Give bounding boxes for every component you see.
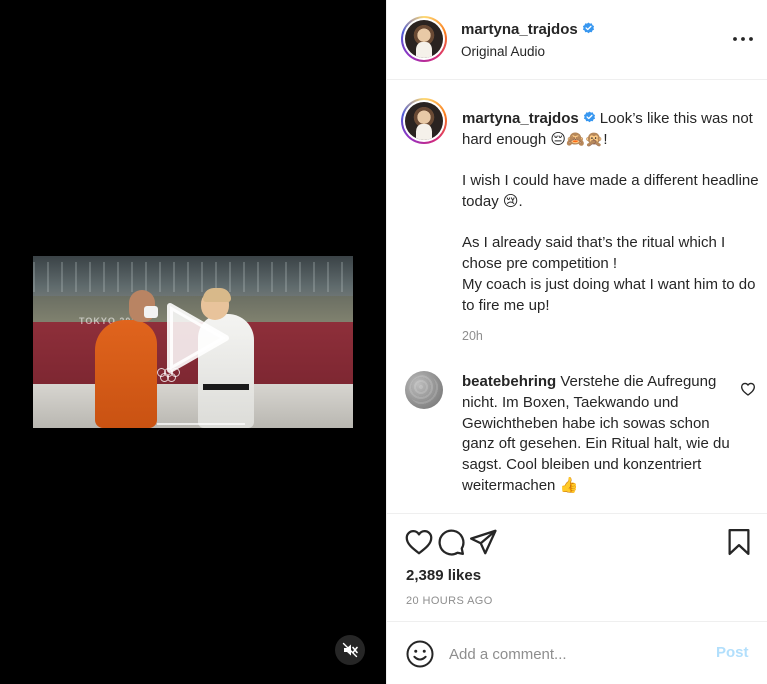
commenter-avatar[interactable] <box>405 371 443 409</box>
comment-username[interactable]: beatebehring <box>462 373 556 390</box>
post-timestamp[interactable]: 20 HOURS AGO <box>406 595 493 607</box>
save-button[interactable] <box>724 527 754 557</box>
add-comment-bar: Post <box>387 621 767 684</box>
caption-username[interactable]: martyna_trajdos <box>462 110 579 127</box>
comment-input[interactable] <box>449 642 699 666</box>
post-actions: 2,389 likes 20 HOURS AGO <box>387 513 767 621</box>
paper-plane-icon <box>470 529 497 555</box>
coach-figure <box>95 320 157 428</box>
post-panel: martyna_trajdos Original Audio martyna_t… <box>386 0 767 684</box>
more-options-icon <box>733 37 753 41</box>
caption-avatar[interactable] <box>401 98 447 144</box>
caption-line: I wish I could have made a different hea… <box>462 172 759 210</box>
comment-text: Verstehe die Aufregung nicht. Im Boxen, … <box>462 373 730 494</box>
comments-section[interactable]: martyna_trajdos Look’s like this was not… <box>387 81 767 513</box>
audio-link[interactable]: Original Audio <box>461 44 545 59</box>
share-button[interactable] <box>468 527 498 557</box>
mute-button[interactable] <box>335 635 365 665</box>
post-caption: martyna_trajdos Look’s like this was not… <box>462 108 762 316</box>
post-header: martyna_trajdos Original Audio <box>387 0 767 80</box>
play-icon <box>167 303 229 373</box>
author-username[interactable]: martyna_trajdos <box>461 21 578 38</box>
verified-badge-icon <box>582 22 594 34</box>
author-avatar[interactable] <box>401 16 447 62</box>
muted-speaker-icon <box>342 642 358 658</box>
like-count[interactable]: 2,389 likes <box>406 567 481 584</box>
caption-line: As I already said that’s the ritual whic… <box>462 234 726 272</box>
caption-time: 20h <box>462 329 483 343</box>
post-comment-button[interactable]: Post <box>716 644 749 661</box>
bookmark-icon <box>728 529 750 555</box>
instagram-post: TOKYO 2020 martyna_trajdos Original Audi… <box>0 0 767 684</box>
play-button[interactable] <box>158 300 232 376</box>
comment-button[interactable] <box>436 527 466 557</box>
comment: beatebehring Verstehe die Aufregung nich… <box>462 372 732 497</box>
more-options-button[interactable] <box>730 30 756 48</box>
verified-badge-icon <box>583 111 595 123</box>
emoji-icon <box>406 640 434 668</box>
comment-icon <box>438 529 465 556</box>
comment-like-button[interactable] <box>740 381 756 397</box>
emoji-button[interactable] <box>405 639 435 669</box>
caption-line: My coach is just doing what I want him t… <box>462 276 756 314</box>
heart-icon <box>740 382 756 396</box>
video-player[interactable]: TOKYO 2020 <box>0 0 386 684</box>
heart-icon <box>405 530 433 555</box>
video-progress <box>157 423 245 425</box>
like-button[interactable] <box>404 527 434 557</box>
